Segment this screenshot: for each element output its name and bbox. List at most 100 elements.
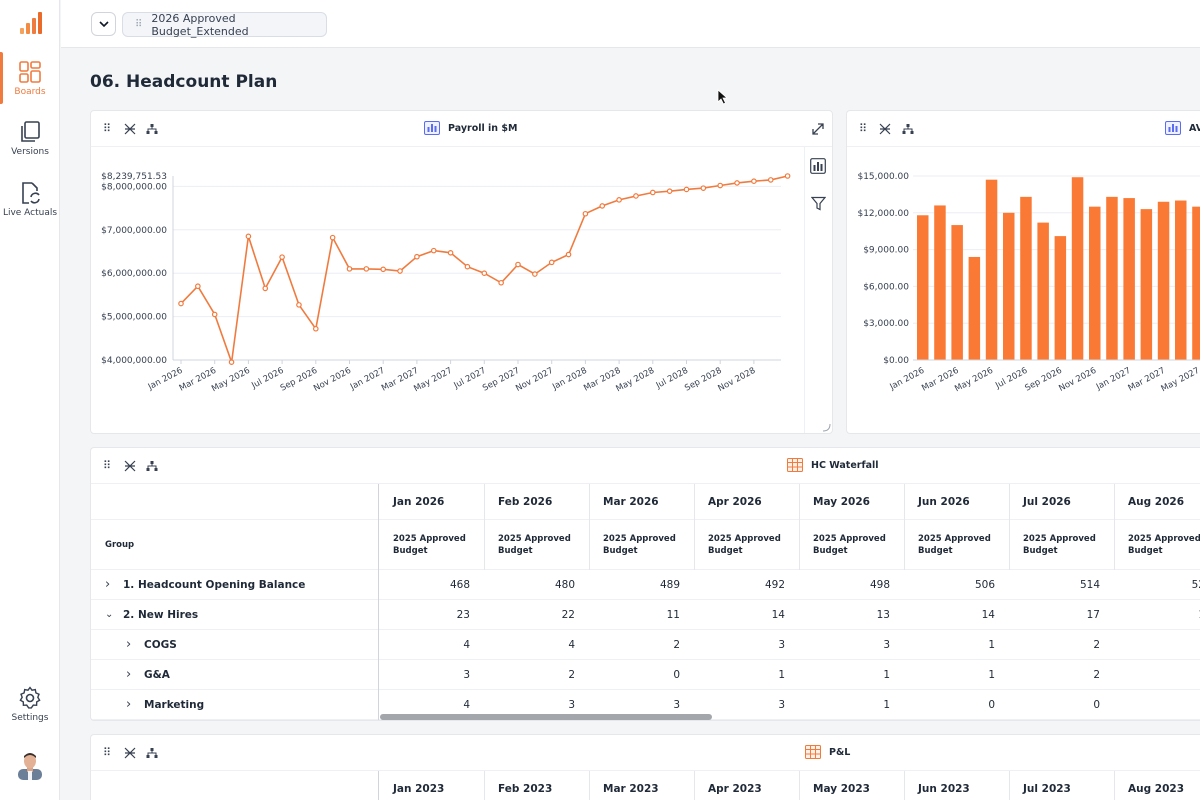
column-header-month[interactable]: Jan 2026 <box>379 484 484 519</box>
column-header-month[interactable]: Jul 2026 <box>1009 484 1114 519</box>
data-point[interactable] <box>582 210 589 217</box>
bar[interactable] <box>1089 206 1101 360</box>
data-point[interactable] <box>195 283 201 290</box>
data-point[interactable] <box>683 186 690 193</box>
data-point[interactable] <box>532 271 538 277</box>
group-column-header[interactable]: Group <box>105 520 134 569</box>
bar[interactable] <box>917 215 929 360</box>
table-row[interactable]: › COGS 4 4 2 3 3 1 2 <box>91 630 1200 660</box>
collapse-icon[interactable] <box>124 747 136 759</box>
column-header-month[interactable]: Feb 2026 <box>484 484 589 519</box>
chevron-right-icon[interactable]: › <box>126 697 136 712</box>
table-cell[interactable]: 468 <box>379 570 484 599</box>
data-point[interactable] <box>565 251 572 258</box>
data-point[interactable] <box>346 266 353 272</box>
column-header-month[interactable]: Aug 2026 <box>1114 484 1200 519</box>
row-label[interactable]: ⌄ 2. New Hires <box>105 600 198 629</box>
table-cell[interactable]: 17 <box>1009 600 1114 629</box>
collapse-icon[interactable] <box>124 460 136 472</box>
data-point[interactable] <box>784 173 791 179</box>
column-header-month[interactable]: Apr 2026 <box>694 484 799 519</box>
chevron-down-icon[interactable]: ⌄ <box>105 609 115 620</box>
table-cell[interactable]: 1 <box>799 690 904 719</box>
column-header-month[interactable]: Mar 2023 <box>589 771 694 800</box>
data-point[interactable] <box>279 254 285 260</box>
column-header-month[interactable]: Feb 2023 <box>484 771 589 800</box>
collapse-icon[interactable] <box>124 123 136 135</box>
collapse-icon[interactable] <box>879 123 891 135</box>
data-point[interactable] <box>717 182 724 189</box>
column-header-month[interactable]: Aug 2023 <box>1114 771 1200 800</box>
data-point[interactable] <box>313 325 319 332</box>
table-cell[interactable]: 1 <box>904 630 1009 659</box>
table-cell[interactable]: 11 <box>589 600 694 629</box>
data-point[interactable] <box>649 189 656 196</box>
drag-handle-icon[interactable]: ⠿ <box>103 747 115 759</box>
chevron-right-icon[interactable]: › <box>126 667 136 682</box>
table-cell[interactable]: 3 <box>379 660 484 689</box>
table-cell[interactable] <box>1114 690 1200 719</box>
bar[interactable] <box>1003 212 1015 360</box>
bar[interactable] <box>1192 206 1200 360</box>
table-cell[interactable]: 2 <box>1009 660 1114 689</box>
column-header-month[interactable]: Mar 2026 <box>589 484 694 519</box>
table-cell[interactable]: 480 <box>484 570 589 599</box>
data-point[interactable] <box>464 263 471 270</box>
bar[interactable] <box>1175 200 1187 360</box>
version-selector[interactable]: ⠿ 2026 Approved Budget_Extended <box>122 12 327 38</box>
table-cell[interactable]: 13 <box>799 600 904 629</box>
bar[interactable] <box>1037 222 1049 360</box>
table-cell[interactable]: 4 <box>484 630 589 659</box>
table-cell[interactable]: 14 <box>904 600 1009 629</box>
data-point[interactable] <box>751 178 757 184</box>
data-point[interactable] <box>228 359 235 365</box>
chart-type-icon[interactable] <box>810 158 826 174</box>
bar[interactable] <box>1054 236 1067 360</box>
sidebar-item-settings[interactable]: Settings <box>0 686 60 723</box>
table-cell[interactable]: 4 <box>379 630 484 659</box>
sidebar-item-boards[interactable]: Boards <box>0 52 60 104</box>
table-cell[interactable]: 23 <box>379 600 484 629</box>
column-header-month[interactable]: Jan 2023 <box>379 771 484 800</box>
table-cell[interactable]: 1 <box>904 660 1009 689</box>
column-header-month[interactable]: Jun 2023 <box>904 771 1009 800</box>
chevron-right-icon[interactable]: › <box>126 637 136 652</box>
data-point[interactable] <box>262 285 269 292</box>
table-cell[interactable] <box>1114 630 1200 659</box>
bar[interactable] <box>968 256 981 360</box>
column-header-month[interactable]: May 2026 <box>799 484 904 519</box>
table-cell[interactable]: 0 <box>904 690 1009 719</box>
expand-icon[interactable] <box>811 122 825 136</box>
column-header-month[interactable]: Jun 2026 <box>904 484 1009 519</box>
data-point[interactable] <box>666 188 673 194</box>
table-row[interactable]: › 1. Headcount Opening Balance 468 480 489 49… <box>91 570 1200 600</box>
sidebar-item-live-actuals[interactable]: Live Actuals <box>0 181 60 218</box>
bar[interactable] <box>1157 201 1170 360</box>
data-point[interactable] <box>178 300 184 307</box>
bar[interactable] <box>985 179 998 360</box>
table-cell[interactable]: 489 <box>589 570 694 599</box>
data-point[interactable] <box>481 270 488 277</box>
table-cell[interactable]: 52 <box>1114 570 1200 599</box>
data-point[interactable] <box>700 185 707 191</box>
data-point[interactable] <box>211 311 218 318</box>
table-cell[interactable]: 0 <box>589 660 694 689</box>
table-cell[interactable]: 506 <box>904 570 1009 599</box>
data-point[interactable] <box>414 253 420 260</box>
table-cell[interactable]: 514 <box>1009 570 1114 599</box>
resize-handle-icon[interactable] <box>822 423 831 432</box>
bar[interactable] <box>951 225 963 360</box>
row-label[interactable]: › COGS <box>126 630 177 659</box>
bar[interactable] <box>1071 177 1084 360</box>
table-cell[interactable]: 2 <box>589 630 694 659</box>
bar[interactable] <box>1020 196 1032 360</box>
data-point[interactable] <box>447 250 454 256</box>
table-cell[interactable]: 0 <box>1009 690 1114 719</box>
table-cell[interactable]: 22 <box>484 600 589 629</box>
sidebar-item-versions[interactable]: Versions <box>0 120 60 157</box>
table-cell[interactable]: 1 <box>1114 600 1200 629</box>
data-point[interactable] <box>380 266 387 273</box>
column-header-month[interactable]: Jul 2023 <box>1009 771 1114 800</box>
data-point[interactable] <box>767 177 774 183</box>
table-cell[interactable]: 1 <box>694 660 799 689</box>
